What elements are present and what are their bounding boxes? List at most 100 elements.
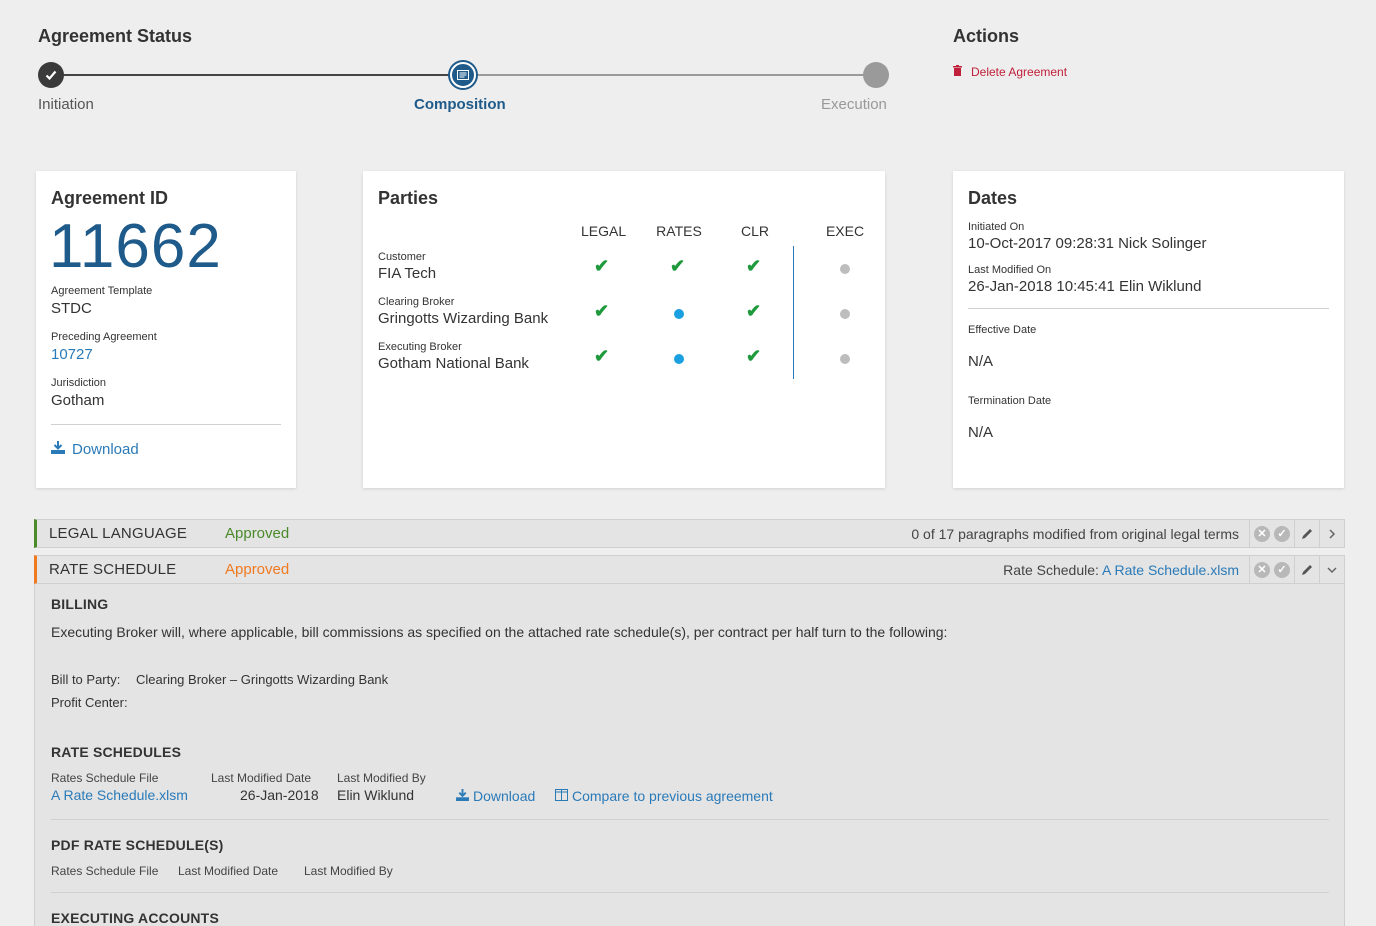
initiated-on-label: Initiated On xyxy=(968,221,1025,233)
rate-schedule-download-button[interactable]: Download xyxy=(456,788,535,804)
edit-pencil-icon[interactable] xyxy=(1294,520,1319,547)
column-exec: EXEC xyxy=(825,223,865,239)
party-name: FIA Tech xyxy=(378,265,437,282)
rate-schedules-header-file: Rates Schedule File xyxy=(51,771,159,785)
reject-x-icon[interactable]: ✕ xyxy=(1254,525,1270,542)
jurisdiction-label: Jurisdiction xyxy=(51,377,107,389)
column-clr: CLR xyxy=(740,223,769,239)
download-icon xyxy=(51,441,65,458)
agreement-status-title: Agreement Status xyxy=(38,26,193,46)
billing-text: Executing Broker will, where applicable,… xyxy=(51,624,948,640)
agreement-template-value: STDC xyxy=(51,300,92,317)
exec-pending-dot-icon xyxy=(840,264,850,274)
clr-check-icon: ✔ xyxy=(746,256,762,276)
step-composition-document-icon xyxy=(450,62,476,88)
last-modified-label: Last Modified On xyxy=(968,264,1052,276)
column-legal: LEGAL xyxy=(581,223,627,239)
delete-agreement-button[interactable]: Delete Agreement xyxy=(953,65,1067,79)
legal-check-icon: ✔ xyxy=(594,256,610,276)
rate-schedule-file-link[interactable]: A Rate Schedule.xlsm xyxy=(1102,562,1239,578)
rate-schedule-panel: BILLING Executing Broker will, where app… xyxy=(34,584,1345,926)
column-rates: RATES xyxy=(656,223,702,239)
divider xyxy=(51,424,281,425)
rate-schedule-file-link[interactable]: A Rate Schedule.xlsm xyxy=(51,787,188,803)
clr-check-icon: ✔ xyxy=(746,301,762,321)
rate-schedules-header-by: Last Modified By xyxy=(337,771,426,785)
effective-date-label: Effective Date xyxy=(968,324,1037,336)
last-modified-value: 26-Jan-2018 10:45:41 Elin Wiklund xyxy=(968,278,1202,295)
exec-pending-dot-icon xyxy=(840,354,850,364)
stepper-line-complete xyxy=(51,74,463,76)
rate-schedule-section-header[interactable]: RATE SCHEDULE Approved Rate Schedule: A … xyxy=(34,555,1345,584)
divider xyxy=(51,892,1329,893)
rates-inprogress-dot-icon xyxy=(674,309,684,319)
legal-language-summary: 0 of 17 paragraphs modified from origina… xyxy=(911,525,1239,542)
chevron-right-icon[interactable] xyxy=(1319,520,1344,547)
exec-pending-dot-icon xyxy=(840,309,850,319)
rate-schedule-title: RATE SCHEDULE xyxy=(49,561,177,578)
dates-title: Dates xyxy=(968,188,1018,208)
step-initiation-check-icon xyxy=(38,62,64,88)
trash-icon xyxy=(953,65,962,79)
termination-date-label: Termination Date xyxy=(968,395,1052,407)
preceding-agreement-link[interactable]: 10727 xyxy=(51,346,93,363)
rates-inprogress-dot-icon xyxy=(674,354,684,364)
approve-check-icon[interactable]: ✓ xyxy=(1274,525,1290,542)
approve-check-icon[interactable]: ✓ xyxy=(1274,561,1290,578)
legal-check-icon: ✔ xyxy=(594,301,610,321)
step-label-initiation: Initiation xyxy=(38,96,94,113)
legal-language-title: LEGAL LANGUAGE xyxy=(49,525,188,542)
parties-title: Parties xyxy=(378,188,439,208)
legal-language-section-header[interactable]: LEGAL LANGUAGE Approved 0 of 17 paragrap… xyxy=(34,519,1345,548)
dates-card: Dates Initiated On 10-Oct-2017 09:28:31 … xyxy=(953,171,1344,488)
edit-pencil-icon[interactable] xyxy=(1294,556,1319,583)
actions-title: Actions xyxy=(953,26,1020,46)
step-label-composition: Composition xyxy=(414,96,506,113)
rate-schedule-summary-label: Rate Schedule: xyxy=(1003,561,1099,578)
exec-divider xyxy=(793,246,794,379)
party-role: Executing Broker xyxy=(378,341,462,353)
legal-check-icon: ✔ xyxy=(594,346,610,366)
divider xyxy=(51,819,1329,820)
stepper-line-pending xyxy=(463,74,875,76)
rate-schedule-summary: Rate Schedule: A Rate Schedule.xlsm xyxy=(1003,562,1239,578)
compare-previous-label: Compare to previous agreement xyxy=(572,788,773,804)
agreement-id-card: Agreement ID 11662 Agreement Template ST… xyxy=(36,171,296,488)
step-execution-dot xyxy=(863,62,889,88)
party-role: Clearing Broker xyxy=(378,296,455,308)
rate-approval-controls: ✕ ✓ xyxy=(1249,556,1294,583)
legal-language-status: Approved xyxy=(225,525,290,542)
step-label-execution: Execution xyxy=(821,96,887,113)
party-name: Gringotts Wizarding Bank xyxy=(378,310,549,327)
pdf-header-by: Last Modified By xyxy=(304,864,393,878)
reject-x-icon[interactable]: ✕ xyxy=(1254,561,1270,578)
agreement-download-label: Download xyxy=(72,441,139,458)
preceding-agreement-label: Preceding Agreement xyxy=(51,331,157,343)
rate-schedules-header-date: Last Modified Date xyxy=(211,771,312,785)
agreement-id-value: 11662 xyxy=(49,212,222,281)
divider xyxy=(968,308,1329,309)
termination-date-value: N/A xyxy=(968,424,994,441)
pdf-rate-schedules-title: PDF RATE SCHEDULE(S) xyxy=(51,837,224,853)
pdf-header-file: Rates Schedule File xyxy=(51,864,159,878)
rate-schedule-status: Approved xyxy=(225,561,290,578)
parties-card: Parties LEGAL RATES CLR EXEC Customer FI… xyxy=(363,171,885,488)
rate-schedules-title: RATE SCHEDULES xyxy=(51,744,182,760)
initiated-on-value: 10-Oct-2017 09:28:31 Nick Solinger xyxy=(968,235,1207,252)
agreement-id-title: Agreement ID xyxy=(51,188,169,208)
clr-check-icon: ✔ xyxy=(746,346,762,366)
party-name: Gotham National Bank xyxy=(378,355,529,372)
chevron-down-icon[interactable] xyxy=(1319,556,1344,583)
billing-title: BILLING xyxy=(51,596,109,612)
rates-check-icon: ✔ xyxy=(670,256,686,276)
party-role: Customer xyxy=(378,251,426,263)
legal-approval-controls: ✕ ✓ xyxy=(1249,520,1294,547)
rate-schedule-download-label: Download xyxy=(473,788,536,804)
compare-previous-button[interactable]: Compare to previous agreement xyxy=(555,788,773,804)
profit-center-label: Profit Center: xyxy=(51,695,128,710)
delete-agreement-label: Delete Agreement xyxy=(971,65,1068,79)
jurisdiction-value: Gotham xyxy=(51,392,105,409)
bill-to-value: Clearing Broker – Gringotts Wizarding Ba… xyxy=(136,672,389,687)
agreement-download-button[interactable]: Download xyxy=(51,441,139,458)
agreement-template-label: Agreement Template xyxy=(51,285,153,297)
